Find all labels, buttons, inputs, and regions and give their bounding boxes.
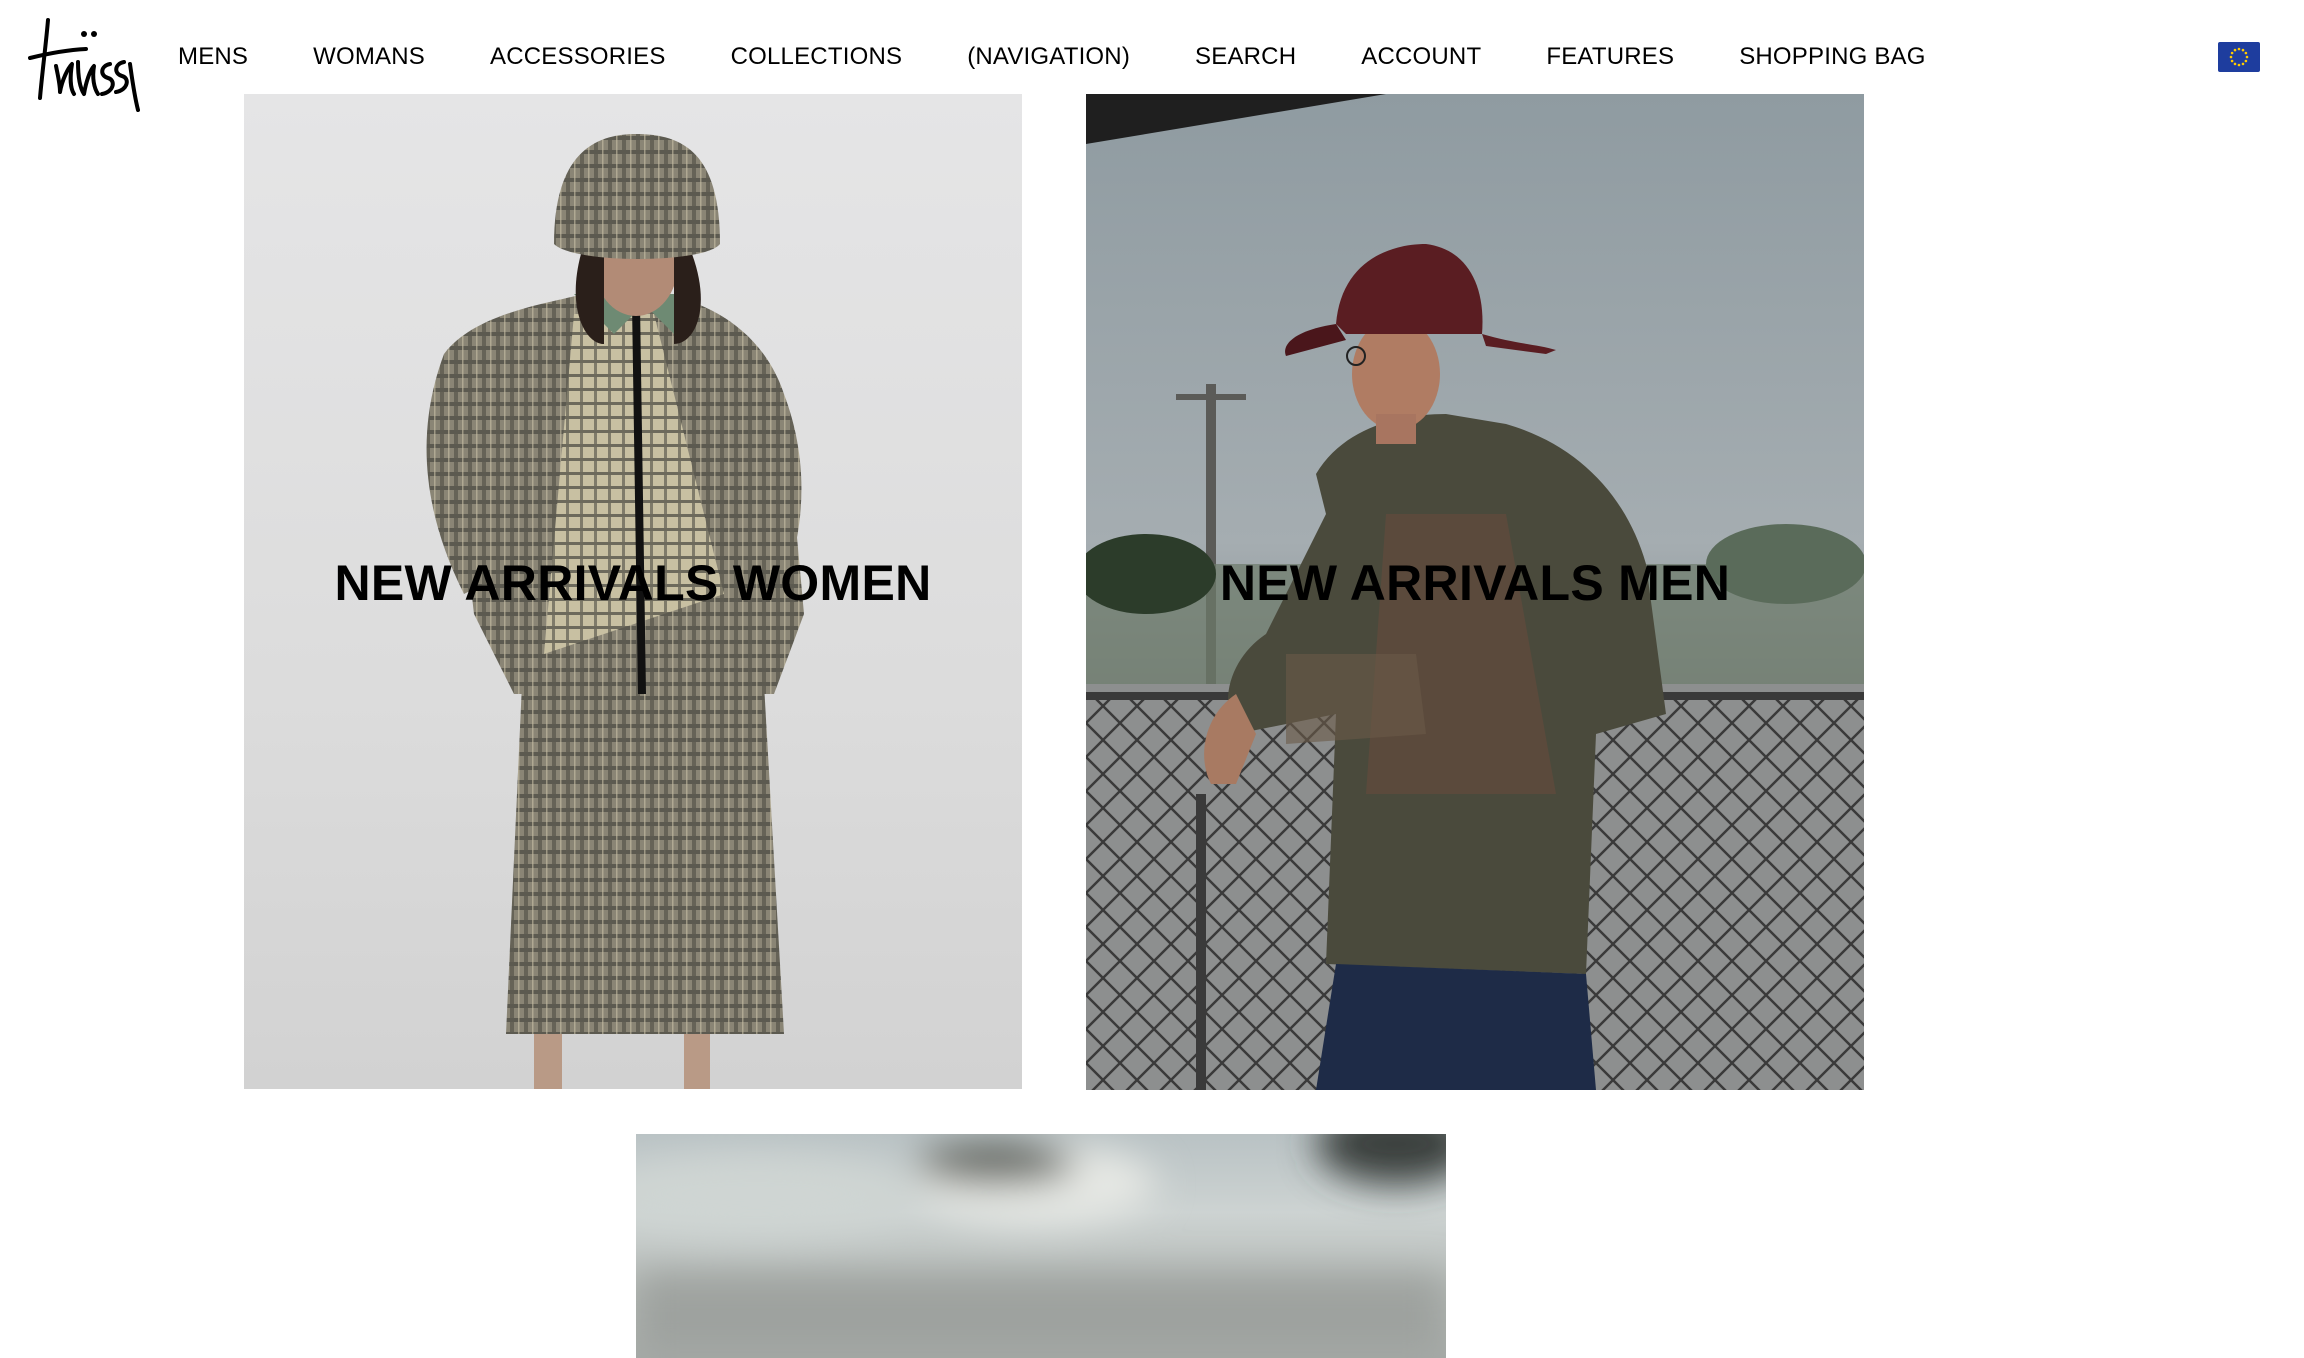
nav-mens[interactable]: MENS <box>178 43 248 71</box>
new-arrivals-men-label[interactable]: NEW ARRIVALS MEN <box>1086 554 1864 612</box>
new-arrivals-women-tile[interactable]: NEW ARRIVALS WOMEN <box>244 94 1022 1089</box>
nav-search[interactable]: SEARCH <box>1195 43 1296 71</box>
new-arrivals-men-tile[interactable]: NEW ARRIVALS MEN <box>1086 94 1864 1090</box>
nav-womans[interactable]: WOMANS <box>313 43 425 71</box>
blurred-outdoor-photo <box>636 1134 1446 1358</box>
feature-tile[interactable] <box>636 1134 1446 1358</box>
eu-flag-icon[interactable] <box>2218 42 2260 72</box>
nav-accessories[interactable]: ACCESSORIES <box>490 43 666 71</box>
nav-collections[interactable]: COLLECTIONS <box>731 43 903 71</box>
stussy-logo[interactable] <box>26 14 140 114</box>
site-header: MENS WOMANS ACCESSORIES COLLECTIONS (NAV… <box>0 0 2304 112</box>
nav-account[interactable]: ACCOUNT <box>1361 43 1481 71</box>
main-nav: MENS WOMANS ACCESSORIES COLLECTIONS (NAV… <box>178 40 1991 74</box>
nav-features[interactable]: FEATURES <box>1546 43 1674 71</box>
nav-shopping-bag[interactable]: SHOPPING BAG <box>1739 43 1925 71</box>
nav-navigation[interactable]: (NAVIGATION) <box>967 43 1130 71</box>
new-arrivals-women-label[interactable]: NEW ARRIVALS WOMEN <box>244 554 1022 612</box>
